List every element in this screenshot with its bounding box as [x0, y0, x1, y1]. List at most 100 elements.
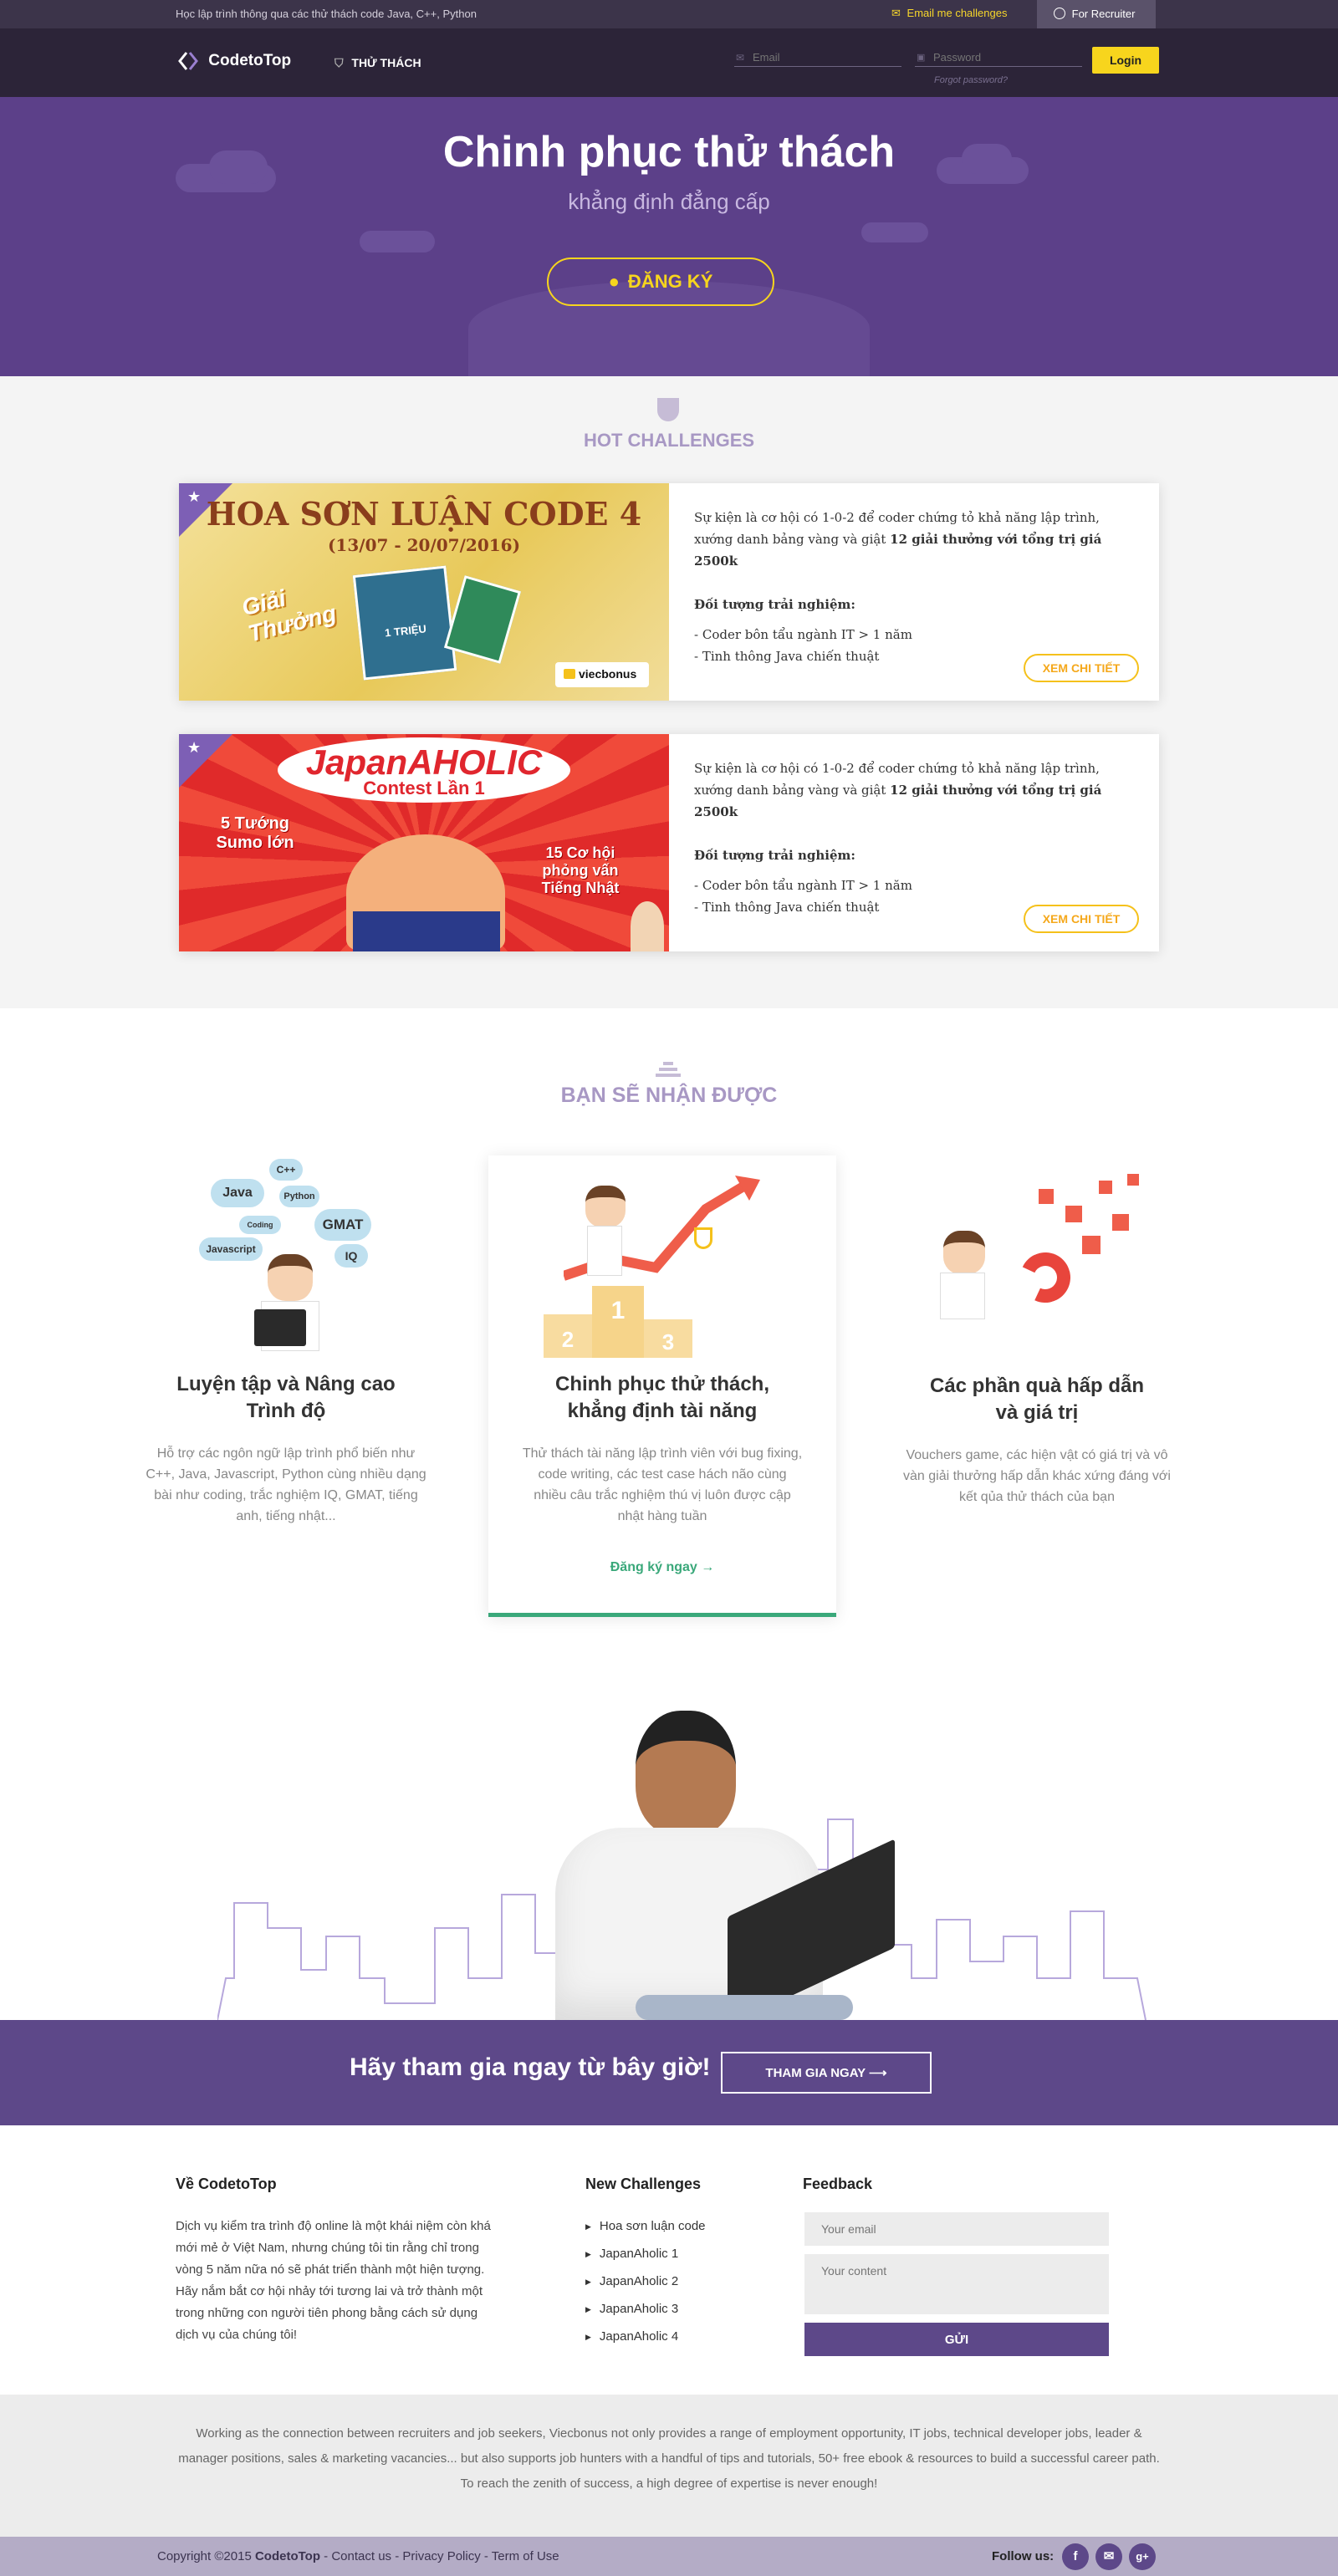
google-plus-icon[interactable]: g+	[1129, 2543, 1156, 2570]
challenge-link[interactable]: Hoa sơn luận code	[585, 2219, 706, 2233]
gift-icon	[1112, 1214, 1129, 1231]
section-title: HOT CHALLENGES	[583, 430, 755, 451]
feedback-content-input[interactable]	[804, 2254, 1109, 2314]
coder-head	[268, 1254, 313, 1301]
disclaimer: Working as the connection between recrui…	[0, 2395, 1338, 2537]
briefcase-icon	[564, 669, 575, 679]
email-me-link[interactable]: ✉ Email me challenges	[891, 7, 1007, 20]
feature-title-line: Các phần quà hấp dẫn	[929, 1375, 1145, 1397]
banner-title: HOA SƠN LUẬN CODE 4	[206, 495, 642, 533]
practice-illustration: C++ Java Python Coding GMAT Javascript I…	[184, 1145, 385, 1363]
winner-body	[587, 1226, 622, 1276]
register-button[interactable]: ● ĐĂNG KÝ	[547, 258, 774, 306]
feature-rewards: Các phần quà hấp dẫn và giá trị Vouchers …	[895, 1373, 1179, 1507]
viecbonus-badge: viecbonus	[555, 662, 649, 687]
copyright-text: Copyright ©2015	[157, 2549, 255, 2563]
tag-cloud: C++	[269, 1159, 303, 1181]
challenge-banner-japanaholic[interactable]: ★ JapanAHOLIC Contest Lần 1 5 Tướng Sumo…	[179, 734, 669, 951]
footer-info: Về CodetoTop Dịch vụ kiểm tra trình độ o…	[0, 2125, 1338, 2395]
section-title: BẠN SẼ NHẬN ĐƯỢC	[560, 1084, 778, 1107]
stack-icon	[656, 1062, 681, 1080]
email-me-label: Email me challenges	[906, 7, 1008, 19]
target-label: Đối tượng trải nghiệm:	[694, 848, 855, 863]
cloud-decoration	[861, 222, 928, 242]
logo-text: CodetoTop	[208, 52, 292, 70]
tag-cloud: GMAT	[314, 1209, 371, 1241]
banner-dates: (13/07 - 20/07/2016)	[327, 535, 521, 555]
hero-person-section	[0, 1644, 1338, 2020]
footer-links[interactable]: - Contact us - Privacy Policy - Term of …	[320, 2549, 559, 2563]
tag-cloud: Java	[211, 1179, 264, 1207]
view-detail-button[interactable]: XEM CHI TIẾT	[1024, 905, 1139, 933]
collector-body	[940, 1273, 985, 1319]
tag-cloud: Python	[279, 1186, 319, 1207]
magnet-icon	[1013, 1245, 1078, 1310]
login-button[interactable]: Login	[1092, 47, 1159, 74]
challenge-link[interactable]: JapanAholic 4	[585, 2329, 706, 2344]
podium-second: 2	[544, 1314, 592, 1358]
feature-practice: Luyện tập và Nâng cao Trình độ Hỗ trợ các…	[144, 1371, 428, 1527]
gift-icon	[1099, 1181, 1112, 1194]
disclaimer-line: Working as the connection between recrui…	[196, 2426, 1142, 2441]
gift-icon	[1127, 1174, 1139, 1186]
challenge-description: Sự kiện là cơ hội có 1-0-2 để coder chứn…	[694, 757, 1137, 918]
new-challenges-heading: New Challenges	[585, 2176, 702, 2192]
join-headline: Hãy tham gia ngay từ bây giờ!	[350, 2053, 711, 2081]
login-email-input[interactable]	[734, 48, 901, 67]
feature-card-highlight: 1 2 3 Chinh phục thử thách, khẳng định tà…	[488, 1155, 836, 1617]
tag-cloud: Coding	[239, 1216, 281, 1234]
feature-title-line: và giá trị	[995, 1401, 1079, 1424]
podium-first: 1	[592, 1286, 644, 1358]
podium-third: 3	[644, 1319, 692, 1358]
banner-right-text: 15 Cơ hội phỏng vấn Tiếng Nhật	[541, 844, 620, 896]
tagline: Học lập trình thông qua các thử thách co…	[176, 8, 477, 20]
feature-text: Thử thách tài năng lập trình viên với bu…	[522, 1446, 803, 1523]
facebook-icon[interactable]: f	[1062, 2543, 1089, 2570]
collector-head	[943, 1231, 985, 1274]
copyright: Copyright ©2015 CodetoTop - Contact us -…	[157, 2549, 559, 2563]
banner-left-text: 5 Tướng Sumo lớn	[216, 814, 294, 852]
feedback-heading: Feedback	[803, 2176, 873, 2192]
challenge-link[interactable]: JapanAholic 1	[585, 2247, 706, 2261]
logo[interactable]: CodetoTop	[177, 50, 291, 72]
join-now-button[interactable]: THAM GIA NGAY ⟶	[721, 2052, 932, 2094]
feature-challenge: Chinh phục thử thách, khẳng định tài năng…	[520, 1371, 804, 1527]
challenge-card: ★ JapanAHOLIC Contest Lần 1 5 Tướng Sumo…	[179, 734, 1159, 951]
disclaimer-line: manager positions, sales & marketing vac…	[178, 2451, 1160, 2466]
register-now-link[interactable]: Đăng ký ngay →	[488, 1560, 836, 1575]
new-challenges-list: Hoa sơn luận code JapanAholic 1 JapanAho…	[585, 2219, 706, 2357]
challenge-card: ★ HOA SƠN LUẬN CODE 4 (13/07 - 20/07/201…	[179, 483, 1159, 701]
challenge-link[interactable]: JapanAholic 2	[585, 2274, 706, 2288]
for-recruiter-label: For Recruiter	[1071, 8, 1136, 20]
for-recruiter-button[interactable]: For Recruiter	[1037, 0, 1156, 28]
challenge-intro: Sự kiện là cơ hội có 1-0-2 để coder chứn…	[694, 757, 1137, 823]
banner-subtitle: Contest Lần 1	[363, 778, 485, 798]
user-circle-icon	[1054, 8, 1065, 19]
tag-cloud: IQ	[334, 1244, 368, 1268]
challenge-banner-hoason[interactable]: ★ HOA SƠN LUẬN CODE 4 (13/07 - 20/07/201…	[179, 483, 669, 701]
hot-challenges-section: HOT CHALLENGES ★ HOA SƠN LUẬN CODE 4 (13…	[0, 376, 1338, 1008]
hero-title: Chinh phục thử thách	[442, 128, 896, 176]
join-banner: Hãy tham gia ngay từ bây giờ! THAM GIA N…	[0, 2020, 1338, 2125]
send-feedback-button[interactable]: GỬI	[804, 2323, 1109, 2356]
trophy-icon	[694, 1227, 712, 1249]
envelope-icon: ✉	[891, 7, 901, 19]
copyright-brand: CodetoTop	[254, 2549, 320, 2563]
challenge-link[interactable]: JapanAholic 3	[585, 2302, 706, 2316]
gift-box	[443, 575, 522, 664]
view-detail-button[interactable]: XEM CHI TIẾT	[1024, 654, 1139, 682]
hero: Chinh phục thử thách khẳng định đẳng cấp…	[0, 97, 1338, 376]
benefits-section: BẠN SẼ NHẬN ĐƯỢC C++ Java Python Coding …	[0, 1008, 1338, 1644]
forgot-password-link[interactable]: Forgot password?	[934, 75, 1008, 85]
main-nav: CodetoTop ⛉ THỬ THÁCH ✉ ▣ Forgot passwor…	[0, 28, 1338, 97]
shield-check-icon	[657, 398, 679, 421]
top-bar: Học lập trình thông qua các thử thách co…	[0, 0, 1338, 28]
about-heading: Về CodetoTop	[176, 2176, 277, 2192]
login-password-input[interactable]	[915, 48, 1082, 67]
email-icon[interactable]: ✉	[1095, 2543, 1122, 2570]
viecbonus-label: viecbonus	[579, 667, 637, 681]
shield-icon: ⛉	[334, 56, 344, 69]
nav-challenges[interactable]: ⛉ THỬ THÁCH	[334, 56, 421, 70]
feedback-email-input[interactable]	[804, 2212, 1109, 2246]
target-item: - Coder bôn tẩu ngành IT > 1 năm	[694, 627, 912, 642]
